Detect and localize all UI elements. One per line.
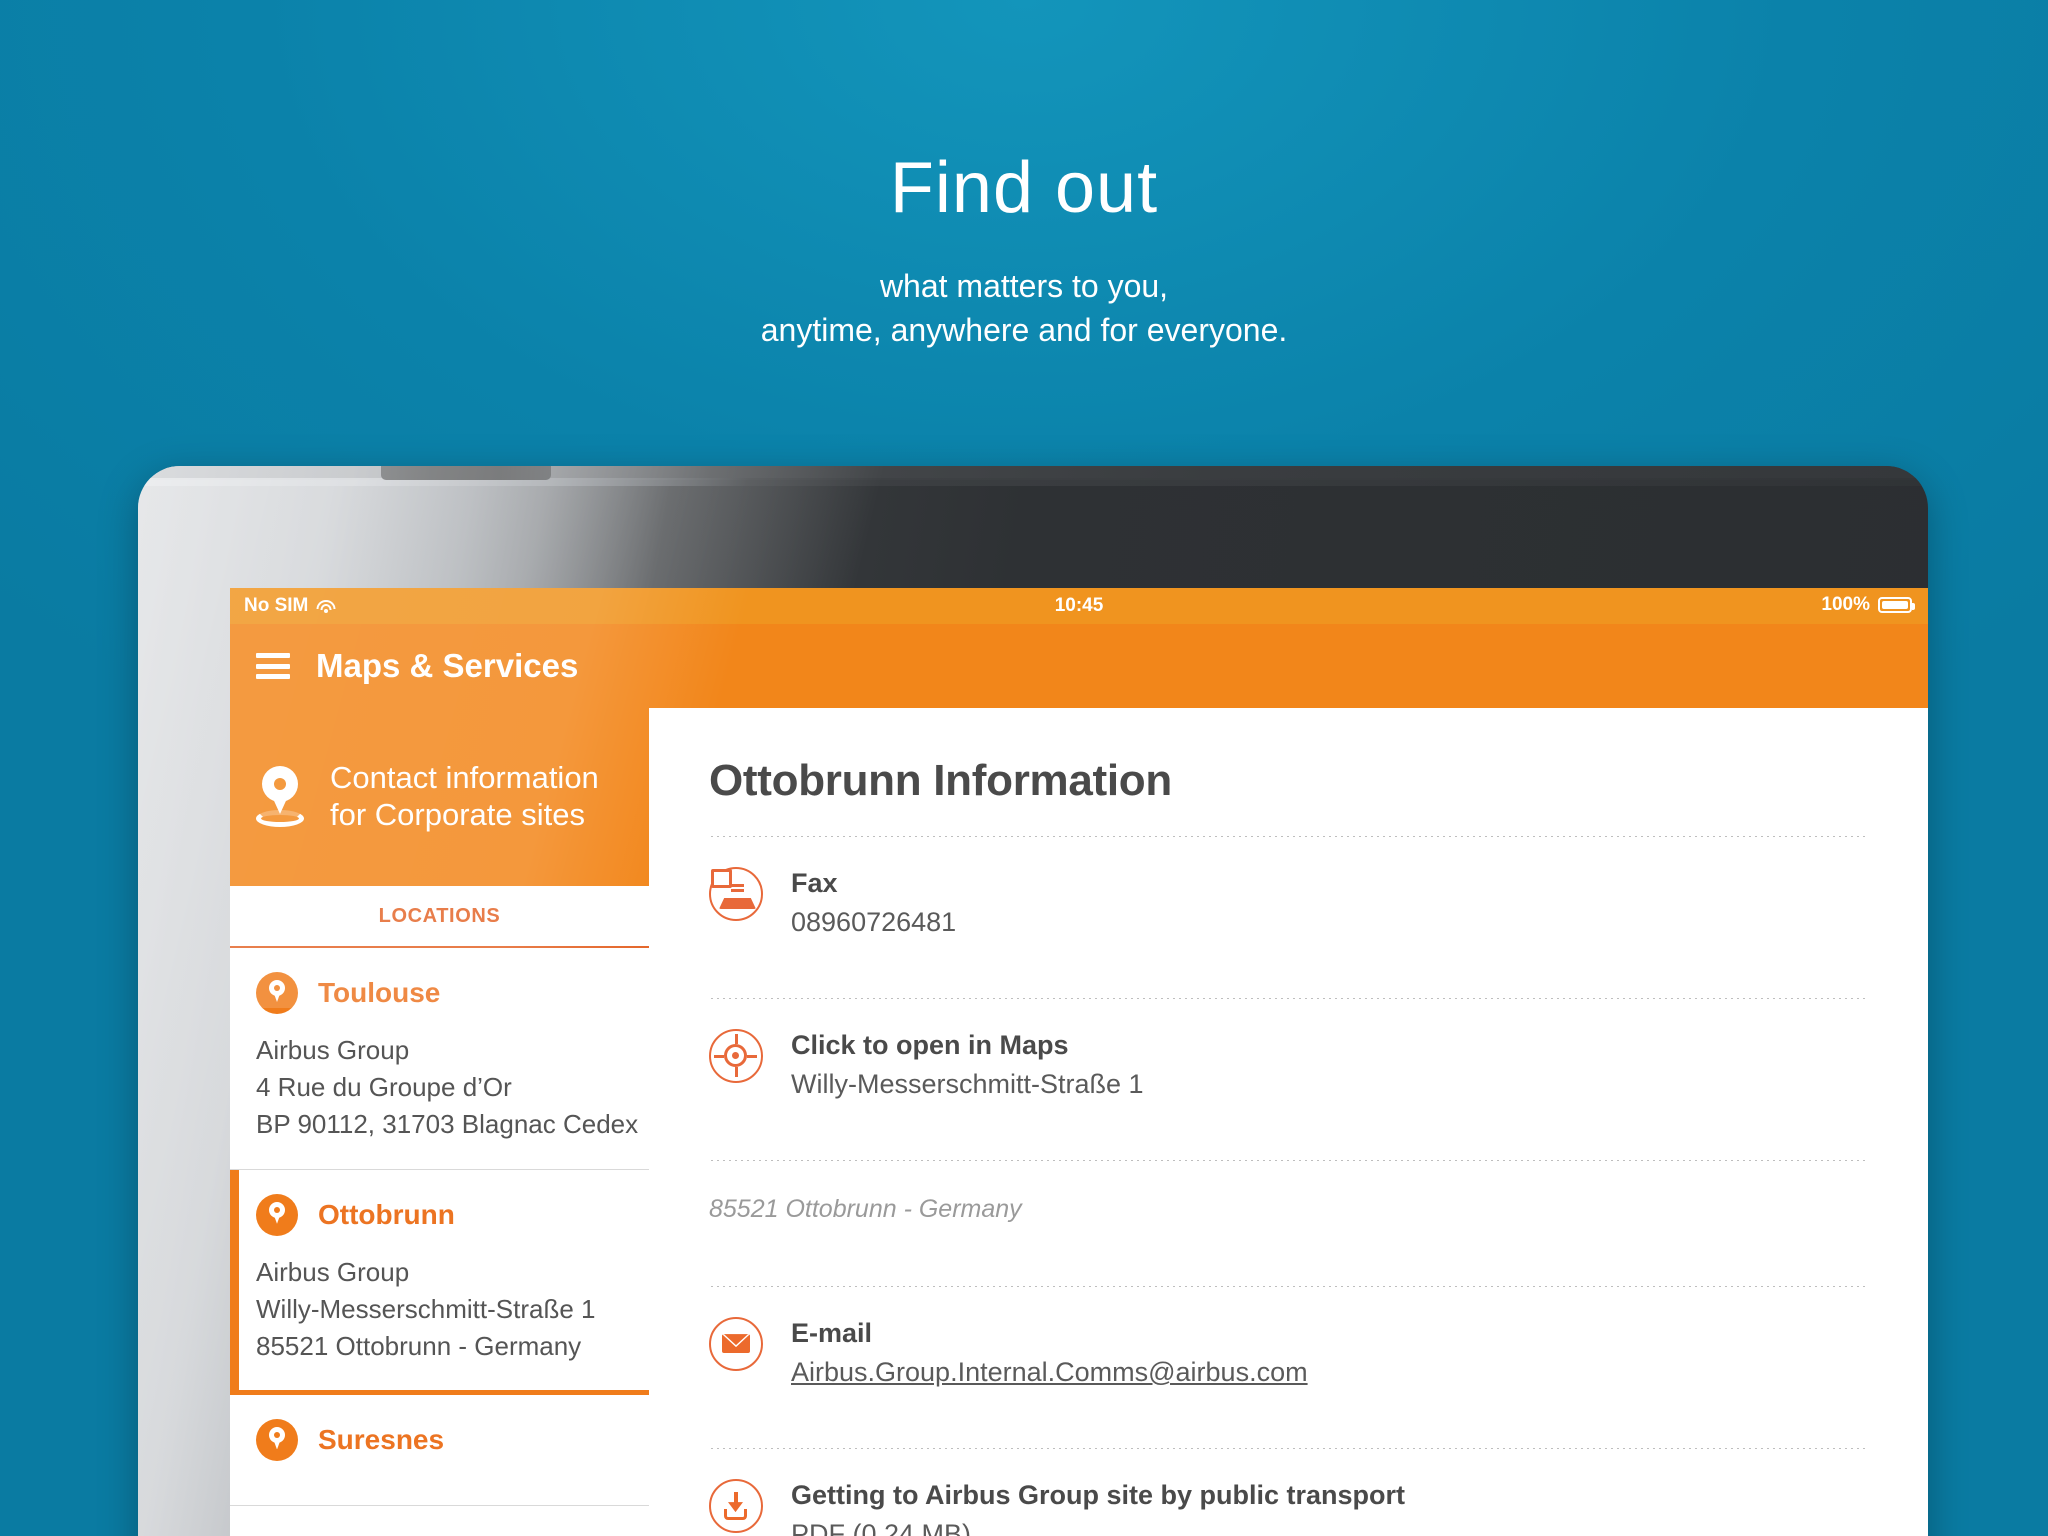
sidebar: Contact information for Corporate sites … — [230, 708, 649, 1536]
screen-body: Contact information for Corporate sites … — [230, 708, 1928, 1536]
info-row-email[interactable]: E-mail Airbus.Group.Internal.Comms@airbu… — [709, 1287, 1868, 1418]
battery-percent-label: 100% — [1821, 594, 1870, 615]
promo-headline: Find out — [889, 148, 1159, 228]
info-row-text: E-mail Airbus.Group.Internal.Comms@airbu… — [791, 1317, 1308, 1390]
location-name-row: Ottobrunn — [256, 1193, 649, 1236]
status-bar-time: 10:45 — [1054, 595, 1104, 616]
location-name-row: Suresnes — [256, 1419, 649, 1462]
info-row-text: Fax 08960726481 — [791, 867, 956, 940]
sidebar-header-line-2: for Corporate sites — [330, 797, 585, 832]
map-pin-icon — [256, 1419, 298, 1462]
promo-subline: what matters to you, anytime, anywhere a… — [0, 264, 2048, 352]
location-name: Toulouse — [318, 977, 441, 1008]
sidebar-header-text: Contact information for Corporate sites — [330, 760, 599, 833]
info-row-maps[interactable]: Click to open in Maps Willy-Messerschmit… — [709, 999, 1868, 1130]
download-icon — [709, 1479, 763, 1534]
info-row-text: Getting to Airbus Group site by public t… — [791, 1479, 1405, 1536]
battery-full-icon — [1878, 597, 1915, 613]
map-pin-icon — [256, 1193, 298, 1236]
map-pin-icon — [256, 972, 298, 1014]
location-line: Airbus Group — [256, 1035, 410, 1065]
sidebar-item-toulouse[interactable]: Toulouse Airbus Group 4 Rue du Groupe d’… — [230, 948, 649, 1170]
location-line: Airbus Group — [256, 1256, 410, 1287]
info-row-value: 08960726481 — [791, 906, 957, 937]
info-row-value: Willy-Messerschmitt-Straße 1 — [791, 1068, 1144, 1099]
envelope-icon — [709, 1317, 763, 1372]
info-row-label: Click to open in Maps — [791, 1030, 1069, 1061]
info-row-fax[interactable]: Fax 08960726481 — [709, 837, 1868, 968]
tablet-device-frame: No SIM 10:45 100% Maps & Services Contac… — [138, 466, 1928, 1536]
fax-icon — [709, 867, 763, 921]
email-link[interactable]: Airbus.Group.Internal.Comms@airbus.com — [791, 1355, 1308, 1390]
status-bar-right: 100% — [1821, 594, 1915, 616]
sidebar-item-ottobrunn[interactable]: Ottobrunn Airbus Group Willy-Messerschmi… — [230, 1169, 649, 1396]
target-crosshair-icon — [709, 1029, 763, 1084]
page-title: Ottobrunn Information — [709, 756, 1172, 805]
info-row-text: Click to open in Maps Willy-Messerschmit… — [791, 1029, 1144, 1102]
tab-locations-label: LOCATIONS — [378, 904, 501, 927]
app-bar: Maps & Services — [230, 624, 1928, 708]
tab-locations[interactable]: LOCATIONS — [230, 886, 649, 948]
tablet-screen: No SIM 10:45 100% Maps & Services Contac… — [230, 588, 1928, 1536]
sidebar-header-line-1: Contact information — [330, 760, 599, 796]
info-row-pdf-transport[interactable]: Getting to Airbus Group site by public t… — [709, 1449, 1868, 1536]
info-row-label: E-mail — [791, 1318, 873, 1349]
promo-subline-1: what matters to you, — [879, 268, 1169, 304]
location-pin-icon — [252, 766, 308, 828]
location-line: BP 90112, 31703 Blagnac Cedex — [256, 1108, 639, 1139]
sidebar-header: Contact information for Corporate sites — [230, 708, 649, 886]
sidebar-item-suresnes[interactable]: Suresnes — [230, 1395, 649, 1507]
tablet-top-nub — [381, 466, 551, 480]
status-bar: No SIM 10:45 100% — [230, 588, 1928, 624]
location-name-row: Toulouse — [256, 972, 649, 1014]
main-panel: Ottobrunn Information Fax 08960726481 Cl… — [649, 708, 1928, 1536]
info-row-label: Getting to Airbus Group site by public t… — [791, 1480, 1406, 1511]
location-line: 85521 Ottobrunn - Germany — [256, 1330, 582, 1361]
location-name: Suresnes — [318, 1424, 445, 1456]
app-title: Maps & Services — [316, 647, 579, 684]
info-row-label: Fax — [791, 868, 838, 898]
hamburger-menu-icon[interactable] — [256, 653, 290, 679]
promo-text-block: Find out what matters to you, anytime, a… — [0, 152, 2048, 352]
location-line: Willy-Messerschmitt-Straße 1 — [256, 1293, 596, 1324]
location-name: Ottobrunn — [318, 1198, 455, 1230]
info-row-value: PDF (0.24 MB) — [791, 1519, 972, 1536]
address-note: 85521 Ottobrunn - Germany — [709, 1195, 1022, 1224]
promo-subline-2: anytime, anywhere and for everyone. — [760, 312, 1288, 349]
location-line: 4 Rue du Groupe d’Or — [256, 1071, 512, 1102]
